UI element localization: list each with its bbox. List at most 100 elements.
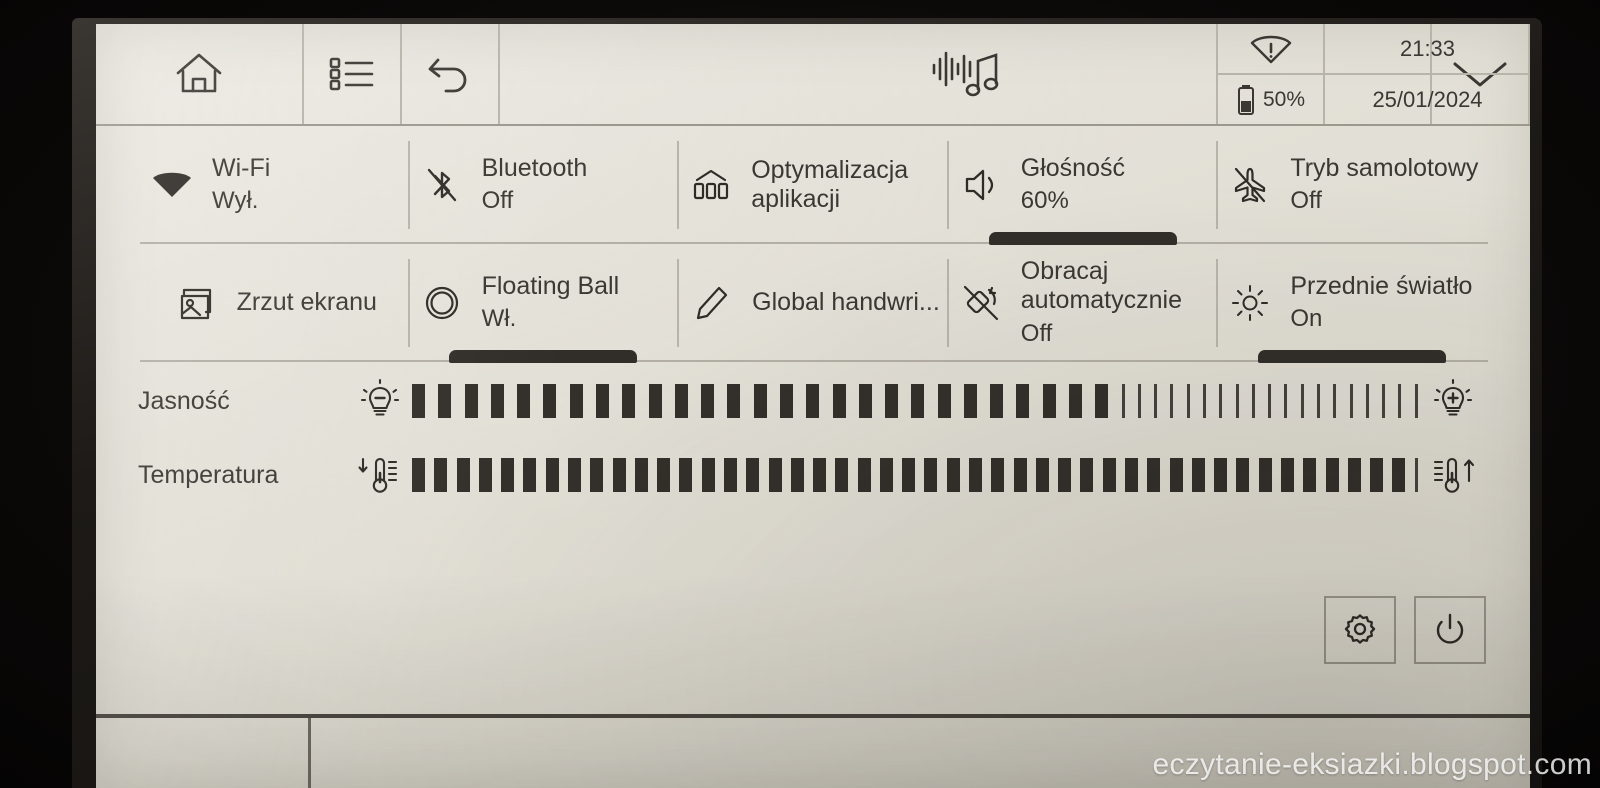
slider-segment-empty[interactable] [1235, 384, 1239, 418]
slider-segment-filled[interactable] [1069, 384, 1083, 418]
toggle-floating-ball[interactable]: Floating Ball Wł. [407, 259, 678, 363]
toggle-screenshot[interactable]: Zrzut ekranu [140, 259, 408, 347]
slider-segment-filled[interactable] [438, 384, 452, 418]
toggle-auto-rotate[interactable]: Obracaj automatycznie Off [946, 257, 1217, 347]
slider-segment-filled[interactable] [937, 384, 951, 418]
slider-segment-filled[interactable] [727, 384, 741, 418]
slider-segment-filled[interactable] [464, 384, 478, 418]
slider-segment-filled[interactable] [1280, 458, 1294, 492]
slider-segment-filled[interactable] [1169, 458, 1183, 492]
slider-segment-filled[interactable] [1392, 458, 1406, 492]
slider-segment-filled[interactable] [1214, 458, 1228, 492]
slider-segment-filled[interactable] [545, 458, 559, 492]
slider-segment-filled[interactable] [679, 458, 693, 492]
slider-segment-filled[interactable] [1236, 458, 1250, 492]
slider-segment-empty[interactable] [1365, 384, 1369, 418]
wifi-status-cell[interactable] [1218, 24, 1325, 73]
slider-segment-filled[interactable] [1080, 458, 1094, 492]
slider-segment-filled[interactable] [517, 384, 531, 418]
slider-segment-filled[interactable] [832, 384, 846, 418]
bulb-plus-icon[interactable] [1418, 377, 1488, 425]
slider-segment-empty[interactable] [1121, 384, 1125, 418]
slider-segment-empty[interactable] [1284, 384, 1288, 418]
slider-segment-empty[interactable] [1349, 384, 1353, 418]
slider-segment-filled[interactable] [1347, 458, 1361, 492]
slider-segment-filled[interactable] [963, 384, 977, 418]
slider-segment-filled[interactable] [674, 384, 688, 418]
slider-segment-filled[interactable] [1102, 458, 1116, 492]
power-button[interactable] [1414, 596, 1486, 664]
slider-segment-filled[interactable] [813, 458, 827, 492]
slider-segment-filled[interactable] [590, 458, 604, 492]
slider-segment-filled[interactable] [648, 384, 662, 418]
settings-button[interactable] [1324, 596, 1396, 664]
slider-segment-filled[interactable] [1258, 458, 1272, 492]
toggle-global-handwriting[interactable]: Global handwri... [677, 259, 947, 347]
slider-segment-filled[interactable] [790, 458, 804, 492]
slider-segment-filled[interactable] [412, 384, 425, 418]
slider-segment-filled[interactable] [768, 458, 782, 492]
bottom-section-apps[interactable]: Aplikacje [96, 718, 311, 788]
slider-segment-filled[interactable] [701, 384, 715, 418]
slider-segment-empty[interactable] [1300, 384, 1304, 418]
slider-segment-filled[interactable] [1058, 458, 1072, 492]
slider-segment-filled[interactable] [569, 384, 583, 418]
toggle-airplane-mode[interactable]: Tryb samolotowy Off [1216, 141, 1486, 229]
slider-segment-filled[interactable] [501, 458, 515, 492]
slider-segment-empty[interactable] [1333, 384, 1337, 418]
slider-segment-filled[interactable] [1147, 458, 1161, 492]
slider-segment-filled[interactable] [434, 458, 448, 492]
slider-segment-empty[interactable] [1219, 384, 1223, 418]
slider-segment-filled[interactable] [701, 458, 715, 492]
slider-segment-filled[interactable] [657, 458, 671, 492]
home-button[interactable] [96, 24, 304, 124]
slider-segment-empty[interactable] [1382, 384, 1386, 418]
thermometer-down-icon[interactable] [348, 451, 412, 499]
slider-segment-filled[interactable] [1325, 458, 1339, 492]
slider-segment-filled[interactable] [543, 384, 557, 418]
toggle-wifi[interactable]: Wi-Fi Wył. [140, 141, 408, 229]
slider-segment-filled[interactable] [1013, 458, 1027, 492]
toggle-volume[interactable]: Głośność 60% [946, 141, 1217, 245]
slider-segment-filled[interactable] [969, 458, 983, 492]
brightness-track[interactable] [412, 379, 1418, 423]
slider-segment-filled[interactable] [779, 384, 793, 418]
slider-segment-filled[interactable] [911, 384, 925, 418]
slider-segment-filled[interactable] [612, 458, 626, 492]
slider-segment-filled[interactable] [1095, 384, 1109, 418]
slider-segment-empty[interactable] [1316, 384, 1320, 418]
slider-segment-empty[interactable] [1268, 384, 1272, 418]
slider-segment-filled[interactable] [490, 384, 504, 418]
back-button[interactable] [402, 24, 500, 124]
slider-segment-filled[interactable] [990, 384, 1004, 418]
slider-segment-filled[interactable] [1125, 458, 1138, 492]
slider-segment-filled[interactable] [478, 458, 492, 492]
slider-segment-filled[interactable] [885, 384, 899, 418]
temperature-track[interactable] [412, 453, 1418, 497]
slider-segment-filled[interactable] [456, 458, 470, 492]
slider-segment-filled[interactable] [1191, 458, 1205, 492]
slider-segment-empty[interactable] [1251, 384, 1255, 418]
toggle-bluetooth[interactable]: Bluetooth Off [407, 141, 678, 229]
slider-segment-filled[interactable] [567, 458, 581, 492]
slider-segment-filled[interactable] [991, 458, 1005, 492]
slider-segment-filled[interactable] [902, 458, 916, 492]
slider-segment-empty[interactable] [1203, 384, 1206, 418]
list-menu-button[interactable] [304, 24, 402, 124]
slider-segment-filled[interactable] [1303, 458, 1317, 492]
slider-segment-filled[interactable] [523, 458, 537, 492]
slider-segment-filled[interactable] [806, 384, 820, 418]
slider-segment-empty[interactable] [1398, 384, 1402, 418]
slider-segment-filled[interactable] [746, 458, 760, 492]
slider-segment-empty[interactable] [1154, 384, 1158, 418]
slider-segment-filled[interactable] [634, 458, 648, 492]
slider-segment-filled[interactable] [835, 458, 849, 492]
slider-segment-filled[interactable] [723, 458, 737, 492]
slider-segment-filled[interactable] [595, 384, 609, 418]
slider-segment-filled[interactable] [1035, 458, 1049, 492]
slider-segment-filled[interactable] [1042, 384, 1056, 418]
slider-segment-filled[interactable] [1016, 384, 1030, 418]
slider-segment-filled[interactable] [412, 458, 425, 492]
slider-segment-filled[interactable] [622, 384, 636, 418]
slider-segment-filled[interactable] [753, 384, 767, 418]
